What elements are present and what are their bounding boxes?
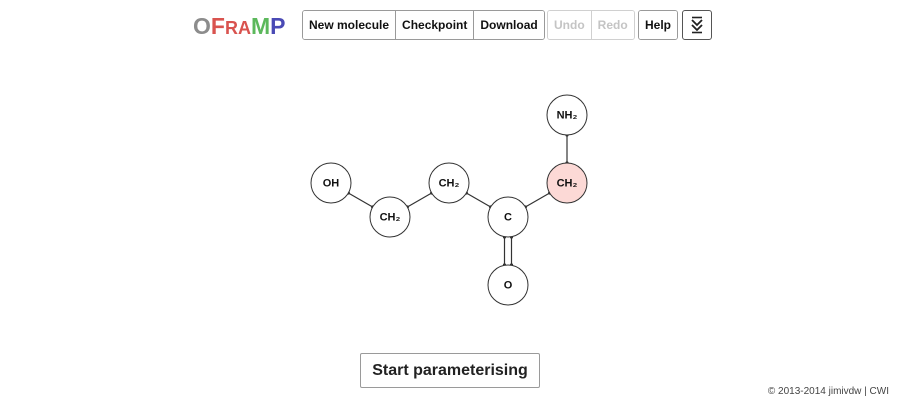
atom-label: NH₂ xyxy=(557,110,578,122)
atom-a5[interactable]: CH₂ xyxy=(546,162,588,204)
atom-label: CH₂ xyxy=(380,212,401,224)
atom-label: CH₂ xyxy=(557,178,578,190)
atom-label: CH₂ xyxy=(439,178,460,190)
copyright-footer: © 2013-2014 jimivdw | CWI xyxy=(767,386,889,397)
molecule-viewer[interactable]: OH CH₂ CH₂ C CH₂ NH₂ O xyxy=(0,0,899,340)
bond-a1-a2[interactable] xyxy=(346,191,375,209)
atom-a1[interactable]: OH xyxy=(310,162,352,204)
start-parameterising-button[interactable]: Start parameterising xyxy=(360,353,540,388)
atoms-layer: OH CH₂ CH₂ C CH₂ NH₂ O xyxy=(310,94,588,306)
bond-a4-a5[interactable] xyxy=(523,191,552,209)
atom-label: O xyxy=(504,280,513,292)
atom-label: OH xyxy=(323,178,340,190)
bond-a2-a3[interactable] xyxy=(405,191,434,209)
atom-a3[interactable]: CH₂ xyxy=(428,162,470,204)
atom-label: C xyxy=(504,212,512,224)
bond-a5-a6[interactable] xyxy=(565,133,569,165)
atom-a2[interactable]: CH₂ xyxy=(369,196,411,238)
atom-a6[interactable]: NH₂ xyxy=(546,94,588,136)
bond-a3-a4[interactable] xyxy=(464,191,493,209)
atom-a4[interactable]: C xyxy=(487,196,529,238)
bond-a4-a7[interactable] xyxy=(502,235,514,267)
atom-a7[interactable]: O xyxy=(487,264,529,306)
